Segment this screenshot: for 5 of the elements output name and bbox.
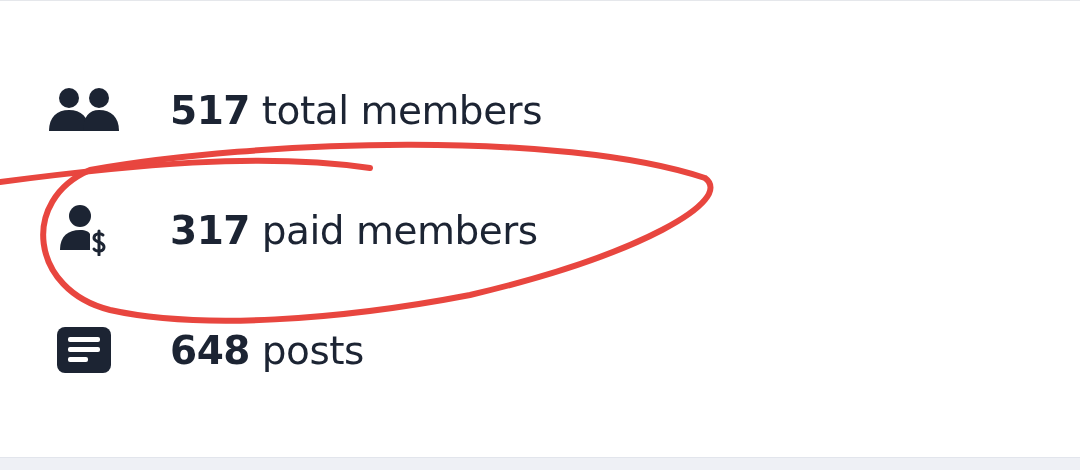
stat-text: 517 total members [170,87,542,133]
document-icon [57,327,111,373]
users-icon [49,87,119,133]
stat-text: 648 posts [170,327,364,373]
stat-text: 317 paid members [170,207,538,253]
